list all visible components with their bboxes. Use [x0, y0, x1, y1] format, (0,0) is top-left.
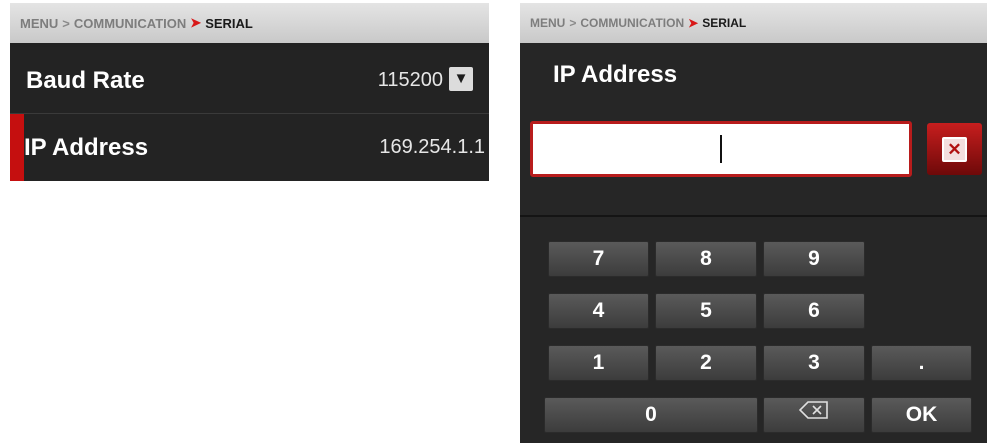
key-1[interactable]: 1 [548, 345, 649, 381]
page-title: IP Address [553, 61, 678, 88]
key-3[interactable]: 3 [763, 345, 865, 381]
baud-rate-row[interactable]: Baud Rate 115200 ▼ [10, 47, 489, 114]
ip-address-label: IP Address [24, 134, 149, 161]
text-caret [720, 135, 722, 163]
ip-address-row[interactable]: IP Address 169.254.1.1 [10, 114, 489, 181]
breadcrumb-current: SERIAL [702, 16, 747, 30]
baud-rate-label: Baud Rate [26, 67, 145, 94]
clear-button[interactable]: ✕ [927, 123, 982, 175]
ip-address-input-wrapper[interactable] [530, 121, 912, 177]
chevron-down-icon[interactable]: ▼ [449, 66, 473, 91]
baud-rate-value-text: 115200 [377, 69, 443, 91]
key-9[interactable]: 9 [763, 241, 865, 277]
breadcrumb-menu[interactable]: MENU [530, 16, 565, 30]
backspace-button[interactable] [763, 397, 865, 433]
key-8[interactable]: 8 [655, 241, 757, 277]
breadcrumb-current-arrow-icon: ➤ [190, 15, 202, 30]
breadcrumb-menu[interactable]: MENU [20, 16, 58, 31]
key-7[interactable]: 7 [548, 241, 649, 277]
ok-button[interactable]: OK [871, 397, 972, 433]
serial-menu-panel: MENU > COMMUNICATION ➤ SERIAL Baud Rate … [10, 3, 489, 181]
breadcrumb: MENU > COMMUNICATION ➤ SERIAL [520, 3, 987, 43]
baud-rate-value: 115200 ▼ [378, 47, 473, 114]
close-icon: ✕ [942, 136, 967, 162]
ip-entry-panel: MENU > COMMUNICATION ➤ SERIAL IP Address… [520, 3, 987, 443]
breadcrumb-separator-icon: > [62, 15, 70, 31]
selected-row-marker [10, 114, 24, 181]
key-dot[interactable]: . [871, 345, 972, 381]
breadcrumb-communication[interactable]: COMMUNICATION [74, 16, 186, 31]
ip-address-value: 169.254.1.1 [379, 136, 485, 158]
key-5[interactable]: 5 [655, 293, 757, 329]
breadcrumb: MENU > COMMUNICATION ➤ SERIAL [10, 3, 489, 43]
keypad-divider [520, 215, 987, 217]
breadcrumb-current: SERIAL [205, 15, 253, 31]
breadcrumb-communication[interactable]: COMMUNICATION [580, 16, 684, 30]
key-2[interactable]: 2 [655, 345, 757, 381]
key-0[interactable]: 0 [544, 397, 758, 433]
backspace-icon [798, 396, 829, 430]
breadcrumb-current-arrow-icon: ➤ [688, 16, 699, 30]
key-6[interactable]: 6 [763, 293, 865, 329]
key-4[interactable]: 4 [548, 293, 649, 329]
breadcrumb-separator-icon: > [569, 16, 577, 30]
